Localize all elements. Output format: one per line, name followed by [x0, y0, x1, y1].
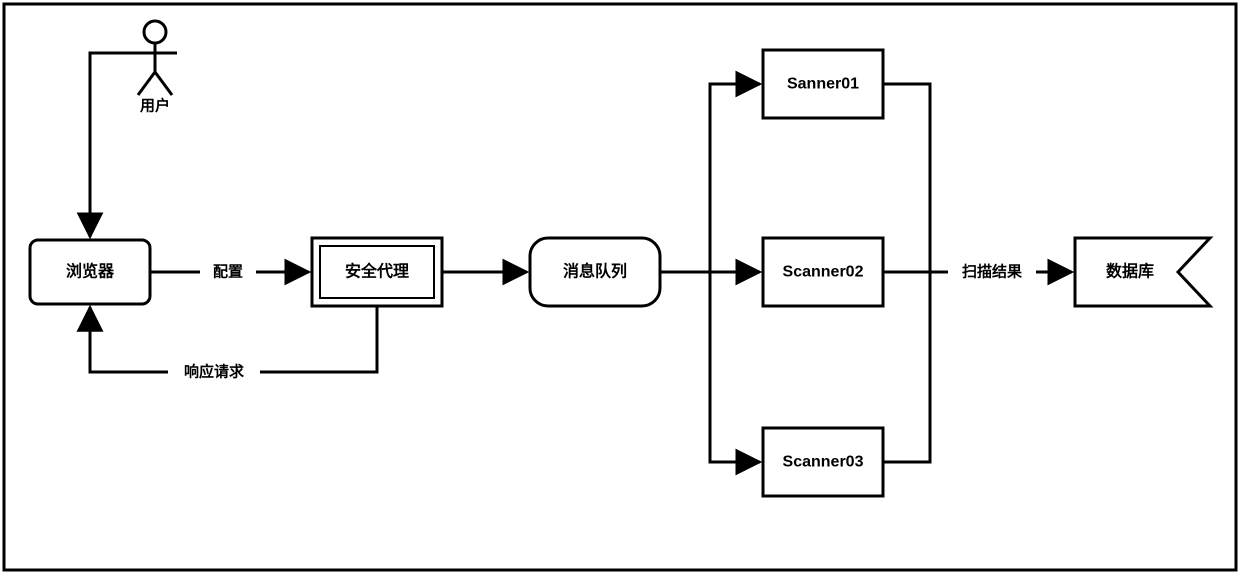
edge-proxy-browser: 响应请求: [90, 306, 377, 384]
node-proxy-label: 安全代理: [345, 262, 409, 281]
node-scanner3-label: Scanner03: [783, 454, 864, 471]
node-scanner2: Scanner02: [763, 238, 883, 306]
edge-queue-scanner1: [710, 84, 760, 272]
edge-scanner3-out: [883, 272, 930, 462]
node-browser-label: 浏览器: [66, 262, 115, 281]
edge-actor-browser: [90, 53, 133, 237]
node-queue-label: 消息队列: [563, 262, 627, 281]
node-scanner1-label: Sanner01: [787, 76, 859, 93]
edge-scanresult-label: 扫描结果: [962, 263, 1023, 281]
actor-label: 用户: [140, 96, 170, 114]
actor-user: 用户: [133, 21, 177, 114]
edge-response-label: 响应请求: [184, 363, 245, 381]
edge-scanner1-out: [883, 84, 930, 272]
node-browser: 浏览器: [30, 240, 150, 304]
node-database: 数据库: [1075, 238, 1210, 306]
edge-config-label: 配置: [213, 264, 243, 281]
architecture-diagram: 用户 浏览器 安全代理 消息队列 Sanner01 Scanner02 Scan…: [0, 0, 1240, 574]
node-queue: 消息队列: [530, 238, 660, 306]
node-proxy: 安全代理: [312, 238, 442, 306]
node-scanner3: Scanner03: [763, 428, 883, 496]
edge-queue-scanner3: [710, 272, 760, 462]
edge-browser-proxy: 配置: [150, 260, 309, 284]
node-scanner1: Sanner01: [763, 50, 883, 118]
edge-scanners-database: 扫描结果: [883, 260, 1072, 284]
node-scanner2-label: Scanner02: [783, 264, 864, 281]
node-database-label: 数据库: [1106, 262, 1154, 281]
